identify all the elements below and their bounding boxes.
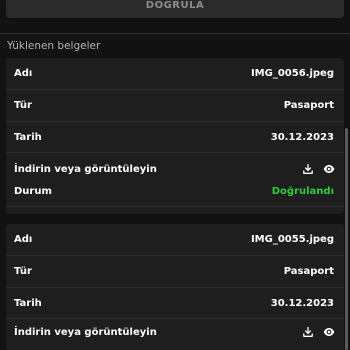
verify-button[interactable]: DOĞRULA [6,0,344,18]
section-title: Yüklenen belgeler [7,40,101,52]
document-type-label: Tür [14,100,32,111]
document-name-value: IMG_0055.jpeg [250,234,334,245]
document-name-row: Adı IMG_0056.jpeg [6,58,344,89]
document-actions [302,163,344,175]
document-date-row: Tarih 30.12.2023 [6,122,344,152]
document-type-value: Pasaport [283,100,334,111]
row-divider [6,318,344,319]
uploaded-documents-screen: DOĞRULA Yüklenen belgeler Adı IMG_0056.j… [0,0,350,350]
document-date-row: Tarih 30.12.2023 [6,288,344,318]
document-status-row: Durum Doğrulandı [6,180,344,202]
document-date-label: Tarih [14,131,42,143]
scrollbar[interactable] [345,128,348,350]
eye-icon[interactable] [323,163,335,175]
document-type-row: Tür Pasaport [6,90,344,121]
document-type-row: Tür Pasaport [6,256,344,287]
download-icon[interactable] [302,326,314,338]
row-divider [6,206,344,207]
document-card: Adı IMG_0055.jpeg Tür Pasaport Tarih 30.… [6,224,344,350]
document-actions [302,326,344,338]
document-actions-label: İndirin veya görüntüleyin [14,163,157,175]
row-divider [6,152,344,153]
document-card: Adı IMG_0056.jpeg Tür Pasaport Tarih 30.… [6,58,344,214]
document-actions-label: İndirin veya görüntüleyin [14,326,157,338]
document-date-value: 30.12.2023 [270,297,334,309]
verify-button-label: DOĞRULA [145,0,205,11]
document-type-value: Pasaport [283,266,334,277]
document-actions-row: İndirin veya görüntüleyin [6,321,344,343]
document-name-label: Adı [14,68,33,79]
document-date-value: 30.12.2023 [270,131,334,143]
download-icon[interactable] [302,163,314,175]
document-status-value: Doğrulandı [271,185,334,197]
document-name-row: Adı IMG_0055.jpeg [6,224,344,255]
document-type-label: Tür [14,266,32,277]
document-name-label: Adı [14,234,33,245]
document-actions-row: İndirin veya görüntüleyin [6,158,344,180]
section-divider [0,33,350,34]
document-name-value: IMG_0056.jpeg [250,68,334,79]
document-status-label: Durum [14,185,52,197]
eye-icon[interactable] [323,326,335,338]
document-date-label: Tarih [14,297,42,309]
